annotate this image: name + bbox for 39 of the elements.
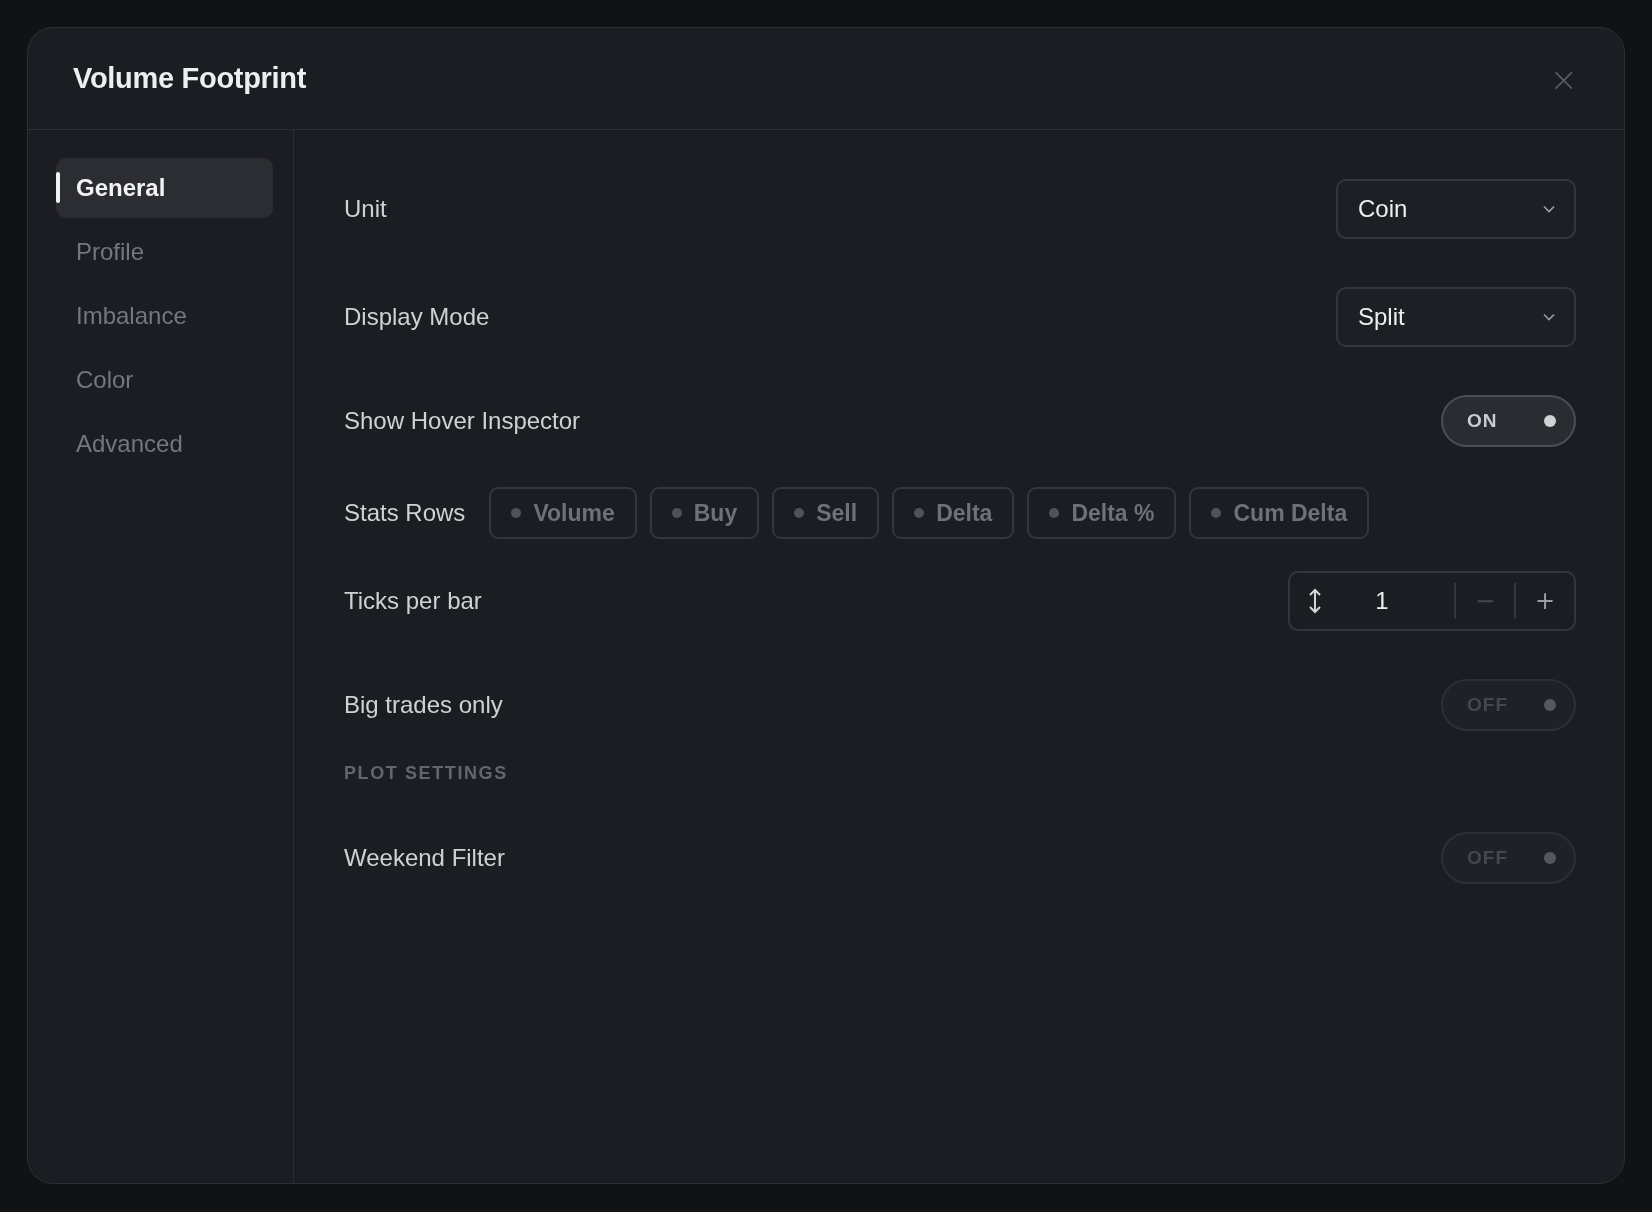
toggle-knob	[1544, 852, 1556, 864]
setting-label: Weekend Filter	[344, 844, 505, 872]
stat-chip[interactable]: Delta %	[1027, 487, 1177, 539]
setting-label: Show Hover Inspector	[344, 407, 581, 435]
chevron-down-icon	[1542, 205, 1556, 213]
sidebar-tab[interactable]: Imbalance	[56, 286, 273, 346]
dot-icon	[914, 508, 925, 518]
vertical-arrows-icon	[1308, 588, 1322, 614]
stat-chip[interactable]: Sell	[772, 487, 880, 539]
toggle-knob	[1544, 699, 1556, 711]
setting-label: Stats Rows	[344, 499, 466, 527]
dot-icon	[1049, 508, 1060, 518]
toggle-knob	[1544, 415, 1556, 427]
setting-label: Big trades only	[344, 691, 503, 719]
section-heading: PLOT SETTINGS	[344, 763, 509, 784]
dialog-title: Volume Footprint	[73, 62, 307, 95]
sidebar-tab[interactable]: Color	[56, 350, 273, 410]
dot-icon	[794, 508, 805, 518]
setting-label: Ticks per bar	[344, 587, 482, 615]
sidebar-tab[interactable]: General	[56, 158, 273, 218]
setting-label: Unit	[344, 195, 387, 223]
dot-icon	[1211, 508, 1222, 518]
toggle-switch[interactable]: ON	[1441, 395, 1576, 447]
stat-chip[interactable]: Buy	[649, 487, 760, 539]
setting-label: Display Mode	[344, 303, 490, 331]
chevron-down-icon	[1542, 313, 1556, 321]
sidebar-tab[interactable]: Profile	[56, 222, 273, 282]
dropdown[interactable]: Split	[1336, 287, 1576, 347]
increment-button[interactable]: +	[1514, 583, 1574, 619]
close-button[interactable]: ×	[1545, 61, 1582, 96]
stat-chip[interactable]: Delta	[892, 487, 1015, 539]
dot-icon	[511, 508, 522, 518]
sidebar-tab[interactable]: Advanced	[56, 414, 273, 474]
active-indicator	[56, 172, 60, 203]
stat-chip[interactable]: Volume	[489, 487, 637, 539]
number-input[interactable]: 1	[1322, 586, 1454, 616]
stat-chip[interactable]: Cum Delta	[1189, 487, 1370, 539]
dot-icon	[671, 508, 682, 518]
dropdown[interactable]: Coin	[1336, 179, 1576, 239]
